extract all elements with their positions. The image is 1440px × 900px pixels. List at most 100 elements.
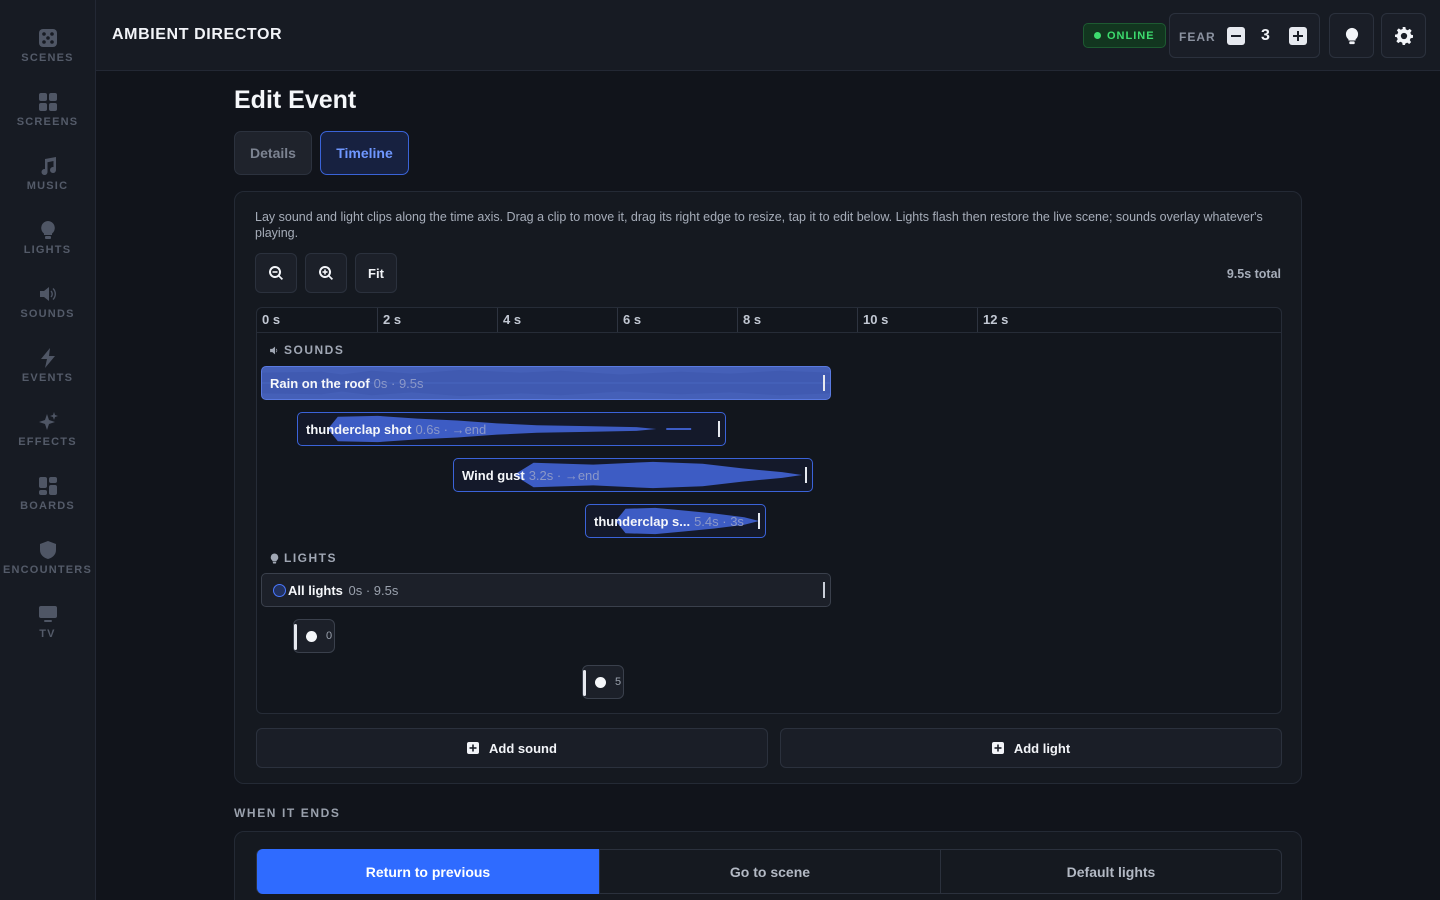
timeline-track-area[interactable]: 0 s 2 s 4 s 6 s 8 s 10 s 12 s SOUNDS Rai… bbox=[256, 307, 1282, 714]
ruler-tick: 2 s bbox=[377, 308, 401, 332]
sidebar-item-label: EFFECTS bbox=[18, 436, 77, 448]
lights-section-label: LIGHTS bbox=[269, 551, 337, 565]
fear-decrement-button[interactable] bbox=[1227, 27, 1245, 45]
sound-clip[interactable]: Wind gust 3.2s · →end bbox=[453, 458, 813, 492]
plus-box-icon bbox=[991, 742, 1004, 754]
boards-icon bbox=[38, 477, 57, 495]
option-default-lights[interactable]: Default lights bbox=[940, 849, 1281, 894]
sidebar-item-label: LIGHTS bbox=[23, 244, 72, 256]
bulb-icon bbox=[40, 221, 55, 239]
top-header: AMBIENT DIRECTOR ONLINE FEAR 3 bbox=[96, 0, 1440, 71]
sounds-section-label: SOUNDS bbox=[269, 343, 344, 357]
sidebar-item-tv[interactable]: TV bbox=[0, 590, 95, 654]
light-flash-clip[interactable]: 0 bbox=[293, 619, 335, 653]
sidebar-item-boards[interactable]: BOARDS bbox=[0, 462, 95, 526]
ruler-tick: 12 s bbox=[977, 308, 1008, 332]
resize-handle[interactable] bbox=[718, 421, 720, 437]
fear-increment-button[interactable] bbox=[1289, 27, 1307, 45]
bolt-icon bbox=[40, 348, 55, 368]
clip-name: thunderclap s... bbox=[594, 514, 691, 529]
sidebar-item-label: BOARDS bbox=[20, 500, 75, 512]
fear-control: FEAR 3 bbox=[1169, 13, 1320, 58]
sidebar-item-label: ENCOUNTERS bbox=[2, 564, 92, 576]
clip-meta: 3.2s · →end bbox=[528, 468, 600, 483]
clip-name: thunderclap shot bbox=[306, 422, 412, 437]
zoom-in-icon bbox=[319, 266, 333, 280]
status-badge: ONLINE bbox=[1083, 23, 1166, 48]
plus-box-icon bbox=[467, 742, 480, 754]
flash-meta: 5 bbox=[615, 676, 622, 688]
resize-handle[interactable] bbox=[823, 582, 825, 598]
lights-label-text: LIGHTS bbox=[284, 551, 337, 565]
add-sound-button[interactable]: Add sound bbox=[256, 728, 768, 768]
speaker-icon bbox=[39, 287, 56, 301]
sidebar-item-sounds[interactable]: SOUNDS bbox=[0, 270, 95, 334]
sidebar-item-label: SCREENS bbox=[16, 116, 79, 128]
total-duration: 9.5s total bbox=[1226, 267, 1281, 281]
sidebar-item-label: SCENES bbox=[21, 52, 74, 64]
sidebar-item-events[interactable]: EVENTS bbox=[0, 334, 95, 398]
sidebar-item-lights[interactable]: LIGHTS bbox=[0, 206, 95, 270]
screens-icon bbox=[38, 93, 57, 111]
tv-icon bbox=[38, 606, 57, 622]
fit-button[interactable]: Fit bbox=[355, 253, 397, 293]
sounds-label-text: SOUNDS bbox=[284, 343, 345, 357]
page-title: Edit Event bbox=[234, 86, 357, 114]
sidebar-item-label: SOUNDS bbox=[20, 308, 75, 320]
zoom-out-button[interactable] bbox=[255, 253, 297, 293]
shield-icon bbox=[39, 541, 56, 559]
light-clip[interactable]: All lights 0s · 9.5s bbox=[261, 573, 831, 607]
sidebar-item-label: EVENTS bbox=[21, 372, 74, 384]
when-ends-panel: Return to previous Go to scene Default l… bbox=[234, 831, 1302, 900]
status-text: ONLINE bbox=[1107, 29, 1155, 42]
clip-meta: 0s · 9.5s bbox=[373, 376, 424, 391]
time-ruler: 0 s 2 s 4 s 6 s 8 s 10 s 12 s bbox=[257, 308, 1281, 333]
gear-icon bbox=[1394, 26, 1413, 45]
add-light-button[interactable]: Add light bbox=[780, 728, 1282, 768]
light-name: All lights bbox=[288, 583, 343, 598]
lights-toggle-button[interactable] bbox=[1329, 13, 1374, 58]
ruler-tick: 6 s bbox=[617, 308, 641, 332]
sound-clip[interactable]: thunderclap s... 5.4s · 3s bbox=[585, 504, 766, 538]
sound-clip[interactable]: thunderclap shot 0.6s · →end bbox=[297, 412, 726, 446]
bulb-icon bbox=[1345, 27, 1358, 44]
option-go-to-scene[interactable]: Go to scene bbox=[599, 849, 940, 894]
sidebar-item-effects[interactable]: EFFECTS bbox=[0, 398, 95, 462]
light-meta: 0s · 9.5s bbox=[348, 583, 399, 598]
sidebar-item-scenes[interactable]: SCENES bbox=[0, 14, 95, 78]
settings-button[interactable] bbox=[1381, 13, 1426, 58]
scenes-icon bbox=[38, 29, 57, 47]
resize-handle[interactable] bbox=[805, 467, 807, 483]
sidebar: SCENES SCREENS MUSIC LIGHTS SOUNDS EVENT… bbox=[0, 0, 96, 900]
option-return-to-previous[interactable]: Return to previous bbox=[257, 849, 599, 894]
status-dot-icon bbox=[1094, 32, 1101, 39]
sidebar-item-music[interactable]: MUSIC bbox=[0, 142, 95, 206]
tab-details[interactable]: Details bbox=[234, 131, 312, 175]
minus-icon bbox=[1231, 35, 1241, 37]
zoom-in-button[interactable] bbox=[305, 253, 347, 293]
sidebar-item-screens[interactable]: SCREENS bbox=[0, 78, 95, 142]
clip-meta: 0.6s · →end bbox=[415, 422, 487, 437]
add-sound-label: Add sound bbox=[489, 740, 557, 756]
sidebar-item-encounters[interactable]: ENCOUNTERS bbox=[0, 526, 95, 590]
light-color-dot bbox=[273, 584, 286, 597]
speaker-icon bbox=[270, 346, 278, 354]
ruler-tick: 4 s bbox=[497, 308, 521, 332]
timeline-help-text: Lay sound and light clips along the time… bbox=[255, 210, 1263, 240]
light-color-dot bbox=[595, 677, 606, 688]
fear-value: 3 bbox=[1261, 27, 1270, 44]
ruler-tick: 8 s bbox=[737, 308, 761, 332]
sidebar-item-label: MUSIC bbox=[26, 180, 69, 192]
app-title: AMBIENT DIRECTOR bbox=[112, 26, 283, 43]
ruler-tick: 0 s bbox=[262, 312, 281, 327]
light-flash-clip[interactable]: 5 bbox=[582, 665, 624, 699]
light-color-dot bbox=[306, 631, 317, 642]
tab-timeline[interactable]: Timeline bbox=[320, 131, 409, 175]
zoom-out-icon bbox=[269, 266, 283, 280]
sound-clip[interactable]: Rain on the roof 0s · 9.5s bbox=[261, 366, 831, 400]
resize-handle[interactable] bbox=[758, 513, 760, 529]
music-icon bbox=[41, 157, 56, 176]
add-light-label: Add light bbox=[1013, 740, 1071, 756]
clip-meta: 5.4s · 3s bbox=[694, 514, 744, 529]
resize-handle[interactable] bbox=[823, 375, 825, 391]
